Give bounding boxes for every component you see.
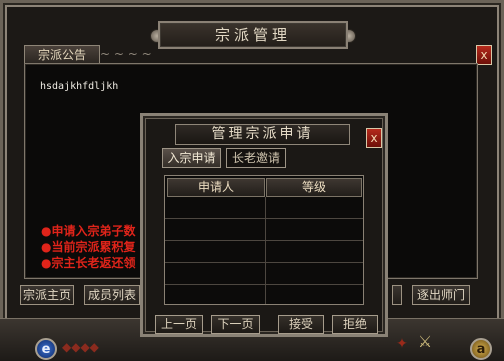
- tab-join-requests[interactable]: 入宗申请: [162, 148, 221, 168]
- tab-scroll-ornament: ~ ~ ~ ~ ~: [100, 47, 152, 72]
- prev-page-button[interactable]: 上一页: [155, 315, 203, 334]
- column-header-level: 等级: [266, 178, 362, 197]
- window-title: 宗派管理: [158, 21, 348, 49]
- guild-notice-tab[interactable]: 宗派公告: [24, 45, 100, 64]
- guild-notice-text: hsdajkhfdljkh: [40, 81, 119, 92]
- sword-icon: ⚔: [417, 332, 433, 351]
- accept-button[interactable]: 接受: [278, 315, 324, 334]
- table-row[interactable]: [165, 284, 363, 285]
- info-line-accumulated: ●当前宗派累积复: [41, 240, 136, 254]
- dialog-close-button[interactable]: x: [366, 128, 382, 148]
- guild-home-button[interactable]: 宗派主页: [20, 285, 74, 305]
- next-page-button[interactable]: 下一页: [211, 315, 260, 334]
- expel-member-button[interactable]: 逐出师门: [412, 285, 470, 305]
- member-list-button[interactable]: 成员列表: [84, 285, 140, 305]
- table-row[interactable]: [165, 218, 363, 219]
- e-orb-icon[interactable]: e: [35, 338, 57, 360]
- tab-elder-invites[interactable]: 长老邀请: [226, 148, 286, 168]
- window-close-button[interactable]: x: [476, 45, 492, 65]
- info-line-applicants: ●申请入宗弟子数: [41, 224, 136, 238]
- table-row[interactable]: [165, 240, 363, 241]
- reject-button[interactable]: 拒绝: [332, 315, 378, 334]
- a-orb-icon[interactable]: a: [470, 338, 492, 360]
- hidden-button-edge[interactable]: [392, 285, 402, 305]
- flame-ornament-icon: ✦: [396, 336, 408, 352]
- table-column-divider: [265, 197, 266, 304]
- table-row[interactable]: [165, 262, 363, 263]
- dialog-title: 管理宗派申请: [175, 124, 350, 145]
- info-line-return: ●宗主长老返还领: [41, 256, 136, 270]
- dragon-ornament-icon: ◆◆◆◆: [62, 340, 99, 354]
- column-header-applicant: 申请人: [167, 178, 265, 197]
